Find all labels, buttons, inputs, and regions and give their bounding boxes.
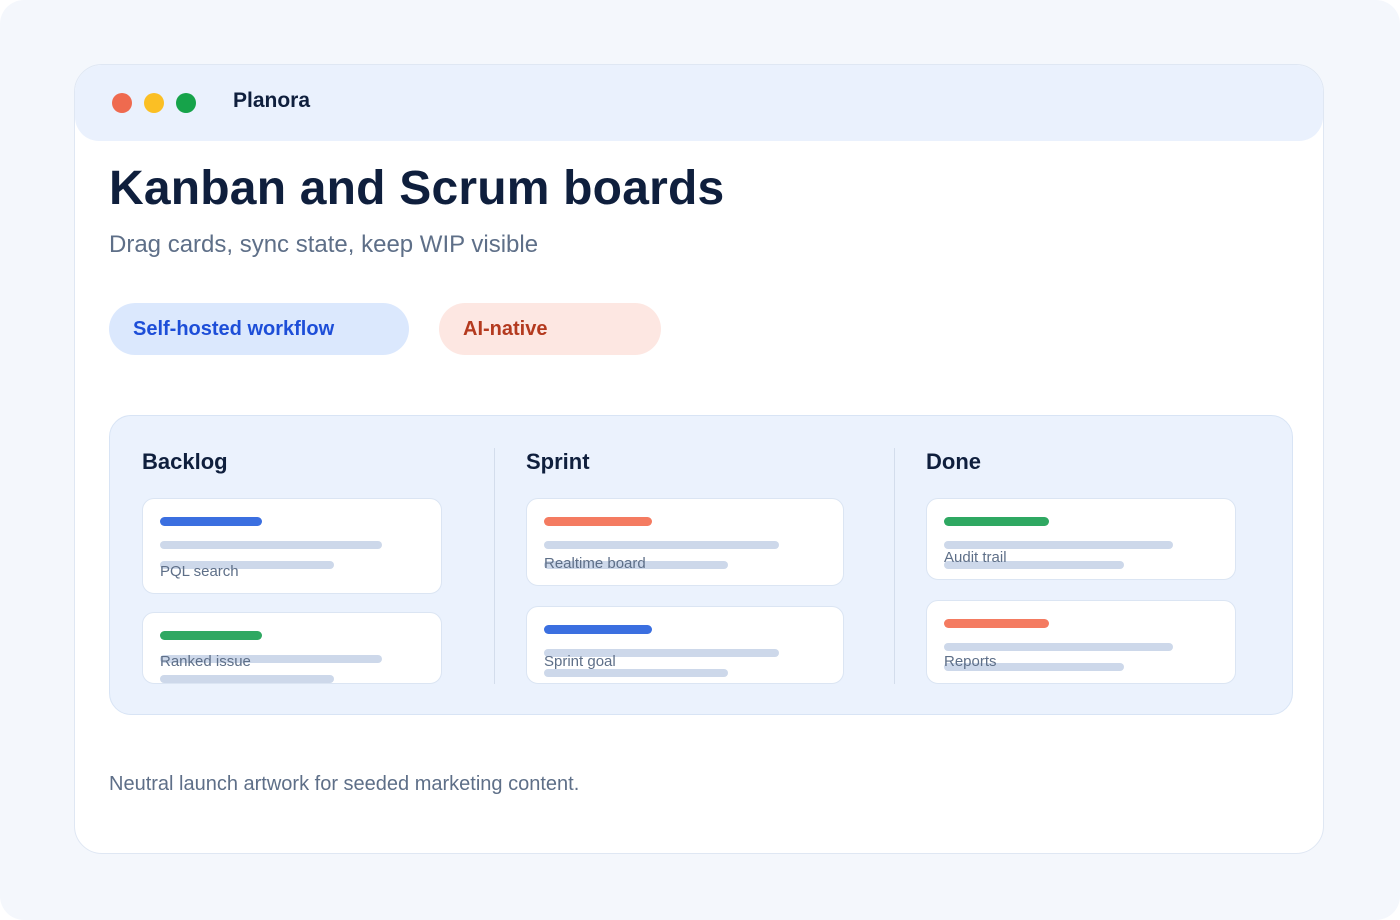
- card-placeholder-line: [944, 643, 1173, 651]
- card-tag-bar: [944, 619, 1049, 628]
- card-tag-bar: [160, 631, 262, 640]
- board-card[interactable]: Reports: [926, 600, 1236, 684]
- card-placeholder-line: [160, 541, 382, 549]
- app-name: Planora: [233, 89, 311, 112]
- card-placeholder-line: [944, 541, 1173, 549]
- card-placeholder-line: [544, 669, 728, 677]
- card-placeholder-line: [544, 541, 779, 549]
- kanban-board: Backlog PQL search Ranked issue Sprint R…: [109, 415, 1293, 715]
- launch-artwork: Planora Kanban and Scrum boards Drag car…: [0, 0, 1400, 920]
- minimize-window-button[interactable]: [144, 93, 164, 113]
- app-window: Planora Kanban and Scrum boards Drag car…: [74, 64, 1324, 854]
- column-title-sprint: Sprint: [526, 449, 590, 474]
- board-card[interactable]: PQL search: [142, 498, 442, 594]
- card-tag-bar: [544, 625, 652, 634]
- page-subtitle: Drag cards, sync state, keep WIP visible: [109, 231, 539, 258]
- card-placeholder-line: [160, 675, 334, 683]
- card-tag-bar: [160, 517, 262, 526]
- column-divider: [894, 448, 895, 684]
- card-title: PQL search: [160, 563, 239, 580]
- column-title-backlog: Backlog: [142, 449, 228, 474]
- board-card[interactable]: Sprint goal: [526, 606, 844, 684]
- ai-native-badge: AI-native: [439, 303, 661, 355]
- card-title: Sprint goal: [544, 653, 616, 670]
- board-card[interactable]: Audit trail: [926, 498, 1236, 580]
- board-card[interactable]: Ranked issue: [142, 612, 442, 684]
- board-card[interactable]: Realtime board: [526, 498, 844, 586]
- card-title: Ranked issue: [160, 653, 251, 670]
- card-tag-bar: [544, 517, 652, 526]
- column-divider: [494, 448, 495, 684]
- column-title-done: Done: [926, 449, 981, 474]
- window-titlebar: Planora: [75, 65, 1323, 141]
- close-window-button[interactable]: [112, 93, 132, 113]
- card-title: Audit trail: [944, 549, 1007, 566]
- card-title: Reports: [944, 653, 997, 670]
- footer-caption: Neutral launch artwork for seeded market…: [109, 773, 580, 795]
- card-title: Realtime board: [544, 555, 646, 572]
- page-title: Kanban and Scrum boards: [109, 162, 725, 215]
- maximize-window-button[interactable]: [176, 93, 196, 113]
- self-hosted-workflow-badge: Self-hosted workflow: [109, 303, 409, 355]
- card-tag-bar: [944, 517, 1049, 526]
